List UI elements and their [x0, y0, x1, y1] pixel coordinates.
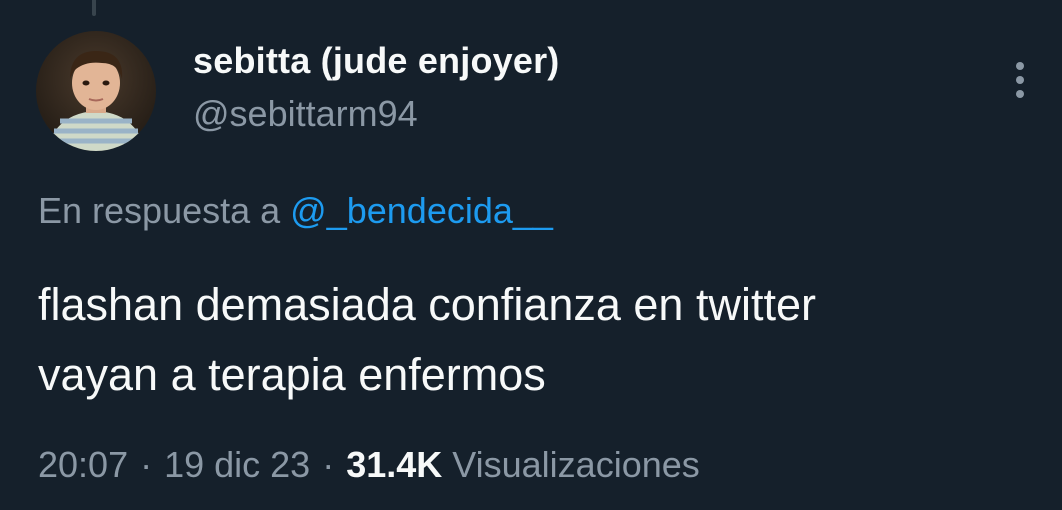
views-count[interactable]: 31.4K	[346, 444, 442, 485]
tweet-text-line: flashan demasiada confianza en twitter	[38, 279, 816, 330]
tweet-text-line: vayan a terapia enfermos	[38, 349, 546, 400]
avatar-image	[36, 31, 156, 151]
tweet-date[interactable]: 19 dic 23	[164, 444, 310, 485]
more-options-button[interactable]	[1000, 56, 1040, 104]
reply-context: En respuesta a @_bendecida__	[38, 190, 553, 232]
avatar[interactable]	[36, 31, 156, 151]
reply-prefix: En respuesta a	[38, 190, 281, 231]
tweet-meta: 20:07 · 19 dic 23 · 31.4K Visualizaciones	[38, 444, 700, 486]
views-label[interactable]: Visualizaciones	[442, 444, 699, 485]
reply-mention-link[interactable]: @_bendecida__	[290, 190, 553, 231]
tweet-time[interactable]: 20:07	[38, 444, 128, 485]
tweet-text: flashan demasiada confianza en twitter v…	[38, 270, 816, 410]
author-display-name[interactable]: sebitta (jude enjoyer)	[193, 40, 559, 82]
author-handle[interactable]: @sebittarm94	[193, 93, 418, 135]
meta-separator: ·	[140, 444, 153, 485]
meta-separator: ·	[322, 444, 335, 485]
thread-connector-line	[92, 0, 96, 16]
